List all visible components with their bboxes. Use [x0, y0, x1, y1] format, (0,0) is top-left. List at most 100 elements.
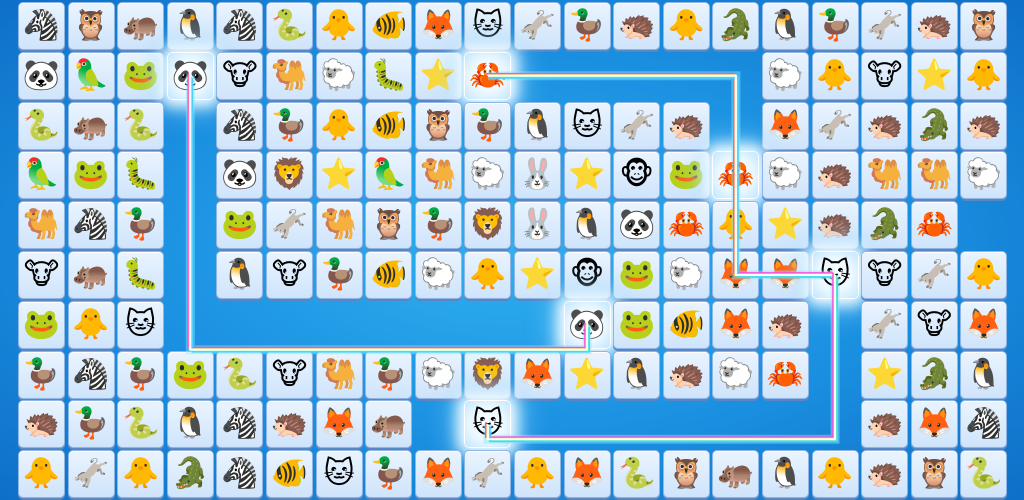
tile-parrot[interactable]: 🦜: [18, 151, 65, 200]
tile-cow[interactable]: 🐮: [910, 300, 958, 349]
tile-crab[interactable]: 🦀: [662, 201, 710, 250]
tile-starfish[interactable]: ⭐: [315, 151, 363, 200]
tile-donkey[interactable]: 🫏: [514, 2, 561, 50]
tile-crocodile[interactable]: 🐊: [861, 201, 909, 250]
tile-worm[interactable]: 🐛: [117, 251, 165, 299]
tile-penguin[interactable]: 🐧: [613, 350, 661, 399]
tile-zebra[interactable]: 🦓: [216, 450, 264, 499]
tile-starfish[interactable]: ⭐: [861, 350, 909, 399]
tile-hedgehog[interactable]: 🦔: [861, 400, 909, 449]
tile-owl[interactable]: 🦉: [414, 101, 462, 150]
tile-penguin[interactable]: 🐧: [762, 450, 809, 499]
tile-hedgehog[interactable]: 🦔: [910, 2, 958, 50]
tile-chick[interactable]: 🐥: [117, 450, 165, 499]
tile-fox[interactable]: 🦊: [414, 450, 462, 499]
tile-sheep[interactable]: 🐑: [414, 251, 462, 299]
tile-cow[interactable]: 🐮: [18, 251, 65, 299]
tile-hedgehog[interactable]: 🦔: [662, 101, 710, 150]
tile-duck[interactable]: 🦆: [117, 350, 165, 399]
tile-cow[interactable]: 🐮: [861, 51, 909, 100]
tile-panda[interactable]: 🐼: [613, 201, 661, 250]
tile-hedgehog[interactable]: 🦔: [861, 450, 909, 499]
tile-crocodile[interactable]: 🐊: [166, 450, 214, 499]
tile-fox[interactable]: 🦊: [762, 101, 809, 150]
tile-frog[interactable]: 🐸: [613, 251, 661, 299]
tile-duck[interactable]: 🦆: [563, 2, 611, 50]
tile-camel[interactable]: 🐫: [266, 51, 313, 100]
tile-snake[interactable]: 🐍: [117, 101, 165, 150]
tile-cat[interactable]: 🐱: [811, 251, 859, 299]
tile-cat[interactable]: 🐱: [563, 101, 611, 150]
tile-hippo[interactable]: 🦛: [67, 251, 115, 299]
tile-camel[interactable]: 🐫: [861, 151, 909, 200]
tile-duck[interactable]: 🦆: [365, 450, 413, 499]
tile-rabbit[interactable]: 🐰: [514, 201, 561, 250]
tile-hippo[interactable]: 🦛: [365, 400, 413, 449]
tile-frog[interactable]: 🐸: [18, 300, 65, 349]
tile-parrot[interactable]: 🦜: [67, 51, 115, 100]
tile-donkey[interactable]: 🫏: [861, 300, 909, 349]
tile-frog[interactable]: 🐸: [166, 350, 214, 399]
tile-crab[interactable]: 🦀: [464, 51, 512, 100]
tile-zebra[interactable]: 🦓: [960, 400, 1008, 449]
tile-chick[interactable]: 🐥: [811, 450, 859, 499]
tile-snake[interactable]: 🐍: [613, 450, 661, 499]
tile-hedgehog[interactable]: 🦔: [662, 350, 710, 399]
tile-fish[interactable]: 🐠: [365, 251, 413, 299]
tile-cat[interactable]: 🐱: [464, 2, 512, 50]
tile-duck[interactable]: 🦆: [414, 201, 462, 250]
tile-fish[interactable]: 🐠: [365, 2, 413, 50]
tile-snake[interactable]: 🐍: [18, 101, 65, 150]
tile-cat[interactable]: 🐱: [315, 450, 363, 499]
tile-donkey[interactable]: 🫏: [811, 101, 859, 150]
tile-duck[interactable]: 🦆: [266, 101, 313, 150]
tile-chick[interactable]: 🐥: [960, 51, 1008, 100]
tile-hedgehog[interactable]: 🦔: [861, 101, 909, 150]
tile-fish[interactable]: 🐠: [662, 300, 710, 349]
tile-hedgehog[interactable]: 🦔: [613, 2, 661, 50]
tile-owl[interactable]: 🦉: [67, 2, 115, 50]
tile-sheep[interactable]: 🐑: [762, 151, 809, 200]
tile-owl[interactable]: 🦉: [365, 201, 413, 250]
tile-owl[interactable]: 🦉: [960, 2, 1008, 50]
tile-frog[interactable]: 🐸: [67, 151, 115, 200]
tile-crocodile[interactable]: 🐊: [910, 101, 958, 150]
tile-penguin[interactable]: 🐧: [960, 350, 1008, 399]
tile-panda[interactable]: 🐼: [18, 51, 65, 100]
tile-rabbit[interactable]: 🐰: [514, 151, 561, 200]
tile-fox[interactable]: 🦊: [910, 400, 958, 449]
tile-lion[interactable]: 🦁: [266, 151, 313, 200]
tile-hedgehog[interactable]: 🦔: [811, 201, 859, 250]
tile-donkey[interactable]: 🫏: [910, 251, 958, 299]
tile-cow[interactable]: 🐮: [216, 51, 264, 100]
tile-monkey[interactable]: 🐵: [613, 151, 661, 200]
tile-chick[interactable]: 🐥: [712, 201, 760, 250]
tile-sheep[interactable]: 🐑: [464, 151, 512, 200]
tile-fox[interactable]: 🦊: [414, 2, 462, 50]
tile-lion[interactable]: 🦁: [464, 201, 512, 250]
tile-zebra[interactable]: 🦓: [67, 201, 115, 250]
tile-panda[interactable]: 🐼: [563, 300, 611, 349]
tile-parrot[interactable]: 🦜: [365, 151, 413, 200]
tile-worm[interactable]: 🐛: [117, 151, 165, 200]
tile-zebra[interactable]: 🦓: [67, 350, 115, 399]
tile-chick[interactable]: 🐥: [514, 450, 561, 499]
tile-worm[interactable]: 🐛: [365, 51, 413, 100]
tile-duck[interactable]: 🦆: [811, 2, 859, 50]
tile-snake[interactable]: 🐍: [266, 2, 313, 50]
tile-chick[interactable]: 🐥: [315, 101, 363, 150]
tile-crocodile[interactable]: 🐊: [712, 2, 760, 50]
tile-chick[interactable]: 🐥: [960, 251, 1008, 299]
tile-donkey[interactable]: 🫏: [67, 450, 115, 499]
tile-cat[interactable]: 🐱: [117, 300, 165, 349]
tile-fox[interactable]: 🦊: [762, 251, 809, 299]
tile-hedgehog[interactable]: 🦔: [960, 101, 1008, 150]
tile-chick[interactable]: 🐥: [67, 300, 115, 349]
tile-camel[interactable]: 🐫: [315, 350, 363, 399]
tile-camel[interactable]: 🐫: [18, 201, 65, 250]
tile-crocodile[interactable]: 🐊: [910, 350, 958, 399]
tile-hippo[interactable]: 🦛: [712, 450, 760, 499]
tile-crab[interactable]: 🦀: [910, 201, 958, 250]
tile-cow[interactable]: 🐮: [266, 350, 313, 399]
tile-starfish[interactable]: ⭐: [514, 251, 561, 299]
